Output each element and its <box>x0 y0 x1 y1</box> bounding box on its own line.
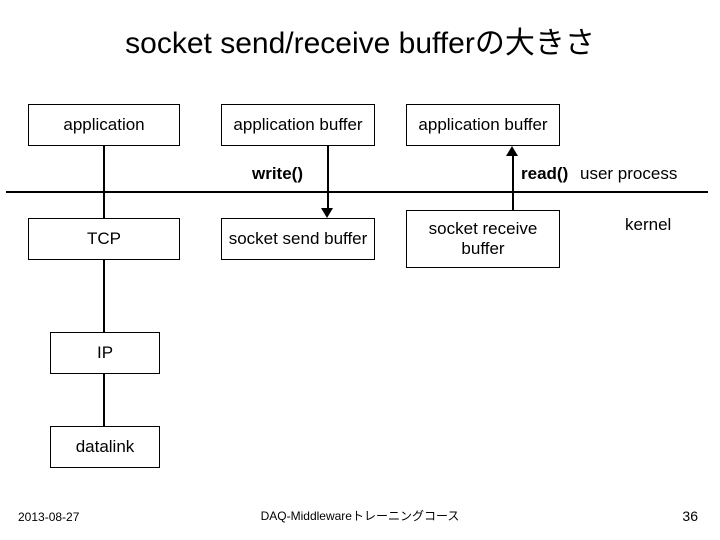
arrow-write-line <box>327 146 329 210</box>
box-send-buffer: socket send buffer <box>221 218 375 260</box>
arrow-read-line <box>512 155 514 218</box>
label-write: write() <box>252 164 303 184</box>
box-app-buffer-recv: application buffer <box>406 104 560 146</box>
label-user-process: user process <box>580 164 677 184</box>
box-recv-buffer: socket receive buffer <box>406 210 560 268</box>
box-datalink: datalink <box>50 426 160 468</box>
divider-line <box>6 191 708 193</box>
box-application: application <box>28 104 180 146</box>
footer-page-number: 36 <box>682 508 698 524</box>
conn-ip-datalink <box>103 374 105 426</box>
arrow-write-head <box>321 208 333 218</box>
conn-app-tcp <box>103 146 105 218</box>
label-kernel: kernel <box>625 215 671 235</box>
arrow-read-head <box>506 146 518 156</box>
conn-tcp-ip <box>103 260 105 332</box>
page-title: socket send/receive bufferの大きさ <box>0 18 720 62</box>
box-tcp: TCP <box>28 218 180 260</box>
footer-center: DAQ-Middlewareトレーニングコース <box>0 507 720 524</box>
box-app-buffer-send: application buffer <box>221 104 375 146</box>
label-read: read() <box>521 164 568 184</box>
box-ip: IP <box>50 332 160 374</box>
